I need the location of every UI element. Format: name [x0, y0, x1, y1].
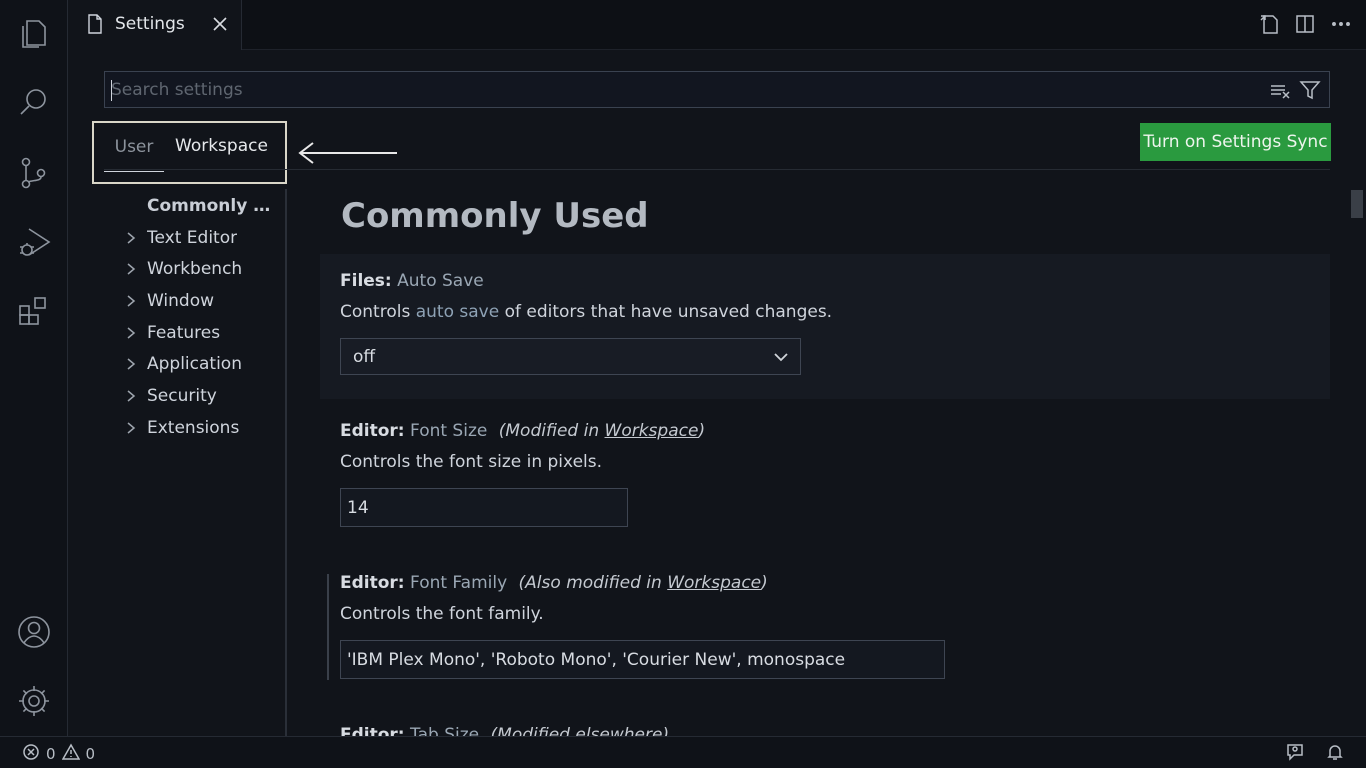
toc-item-label: Window — [147, 291, 215, 311]
toc-item-application[interactable]: Application — [104, 350, 284, 378]
tab-user[interactable]: User — [104, 136, 164, 172]
input-value: 'IBM Plex Mono', 'Roboto Mono', 'Courier… — [347, 650, 846, 670]
auto-save-select[interactable]: off — [340, 338, 801, 375]
section-title: Commonly Used — [341, 196, 649, 236]
tab-settings[interactable]: Settings — [69, 0, 242, 50]
auto-save-link[interactable]: auto save — [416, 302, 499, 322]
scrollbar-thumb[interactable] — [1351, 190, 1363, 218]
feedback-icon[interactable] — [1286, 743, 1304, 765]
toc-item-label: Features — [147, 323, 221, 343]
close-icon[interactable] — [210, 14, 230, 34]
workspace-link[interactable]: Workspace — [605, 421, 699, 441]
toc-item-commonly-used[interactable]: Commonly U... — [104, 192, 284, 220]
warning-icon — [61, 743, 80, 765]
header-divider — [104, 169, 1330, 170]
bell-icon[interactable] — [1326, 743, 1344, 765]
open-settings-json-icon[interactable] — [1258, 13, 1280, 35]
chevron-right-icon — [124, 261, 138, 277]
setting-auto-save-description: Controls auto save of editors that have … — [340, 302, 832, 322]
tab-workspace[interactable]: Workspace — [175, 136, 268, 156]
mod-text: ) — [698, 421, 706, 441]
select-value: off — [353, 347, 376, 367]
mod-text: (Also modified in — [518, 573, 668, 593]
source-control-icon[interactable] — [10, 148, 58, 196]
mod-text: (Modified in — [498, 421, 605, 441]
activity-bar — [0, 0, 68, 736]
setting-font-size-description: Controls the font size in pixels. — [340, 452, 603, 472]
annotation-arrow — [297, 140, 399, 166]
setting-font-family-description: Controls the font family. — [340, 604, 544, 624]
toc-item-label: Extensions — [147, 418, 240, 438]
font-size-input[interactable]: 14 — [340, 488, 628, 527]
extensions-icon[interactable] — [10, 288, 58, 336]
toc-item-label: Text Editor — [147, 228, 238, 248]
setting-name: Auto Save — [397, 271, 484, 291]
setting-category: Editor: — [340, 573, 405, 593]
setting-font-size-title: Editor: Font Size (Modified in Workspace… — [340, 421, 705, 441]
error-count: 0 — [46, 745, 56, 763]
toc-item-security[interactable]: Security — [104, 382, 284, 410]
toc-divider[interactable] — [285, 189, 287, 736]
text-cursor — [111, 80, 112, 101]
font-family-input[interactable]: 'IBM Plex Mono', 'Roboto Mono', 'Courier… — [340, 640, 945, 679]
chevron-right-icon — [124, 230, 138, 246]
clear-filter-icon[interactable] — [1269, 79, 1291, 105]
input-value: 14 — [347, 498, 369, 518]
error-icon — [22, 743, 40, 765]
toc-item-label: Security — [147, 386, 217, 406]
chevron-right-icon — [124, 356, 138, 372]
tab-label: Settings — [115, 14, 185, 34]
run-debug-icon[interactable] — [10, 218, 58, 266]
gear-icon[interactable] — [10, 677, 58, 725]
chevron-down-icon — [772, 348, 790, 366]
mod-text: ) — [761, 573, 768, 593]
setting-name: Font Family — [410, 573, 508, 593]
toc-item-label: Application — [147, 354, 242, 374]
desc-text: of editors that have unsaved changes. — [499, 302, 833, 322]
modified-indicator: (Modified in Workspace) — [499, 421, 705, 441]
search-settings-box — [104, 71, 1330, 108]
toc-item-window[interactable]: Window — [104, 287, 284, 315]
modified-bar — [327, 574, 329, 680]
setting-category: Editor: — [340, 421, 405, 441]
setting-auto-save-title: Files: Auto Save — [340, 271, 484, 291]
setting-name: Font Size — [410, 421, 488, 441]
editor-tab-bar: Settings — [69, 0, 1366, 50]
filter-icon[interactable] — [1299, 79, 1321, 105]
search-actions — [1269, 79, 1321, 105]
turn-on-settings-sync-button[interactable]: Turn on Settings Sync — [1140, 123, 1331, 161]
split-editor-icon[interactable] — [1294, 13, 1316, 35]
account-icon[interactable] — [10, 608, 58, 656]
status-bar: 0 0 — [0, 736, 1366, 768]
setting-font-family-title: Editor: Font Family (Also modified in Wo… — [340, 573, 768, 593]
editor-actions — [1258, 13, 1352, 35]
toc-item-features[interactable]: Features — [104, 319, 284, 347]
search-input[interactable] — [111, 76, 1251, 104]
file-icon — [87, 14, 103, 34]
toc-item-workbench[interactable]: Workbench — [104, 255, 284, 283]
problems-status[interactable]: 0 0 — [22, 743, 95, 765]
toc-item-extensions[interactable]: Extensions — [104, 414, 284, 442]
setting-category: Files: — [340, 271, 392, 291]
chevron-right-icon — [124, 293, 138, 309]
workspace-link[interactable]: Workspace — [667, 573, 761, 593]
search-icon[interactable] — [10, 78, 58, 126]
toc-item-label: Commonly U... — [147, 196, 282, 216]
toc-item-label: Workbench — [147, 259, 243, 279]
more-actions-icon[interactable] — [1330, 13, 1352, 35]
desc-text: Controls — [340, 302, 416, 322]
chevron-right-icon — [124, 325, 138, 341]
warning-count: 0 — [85, 745, 96, 763]
chevron-right-icon — [124, 420, 138, 436]
modified-indicator: (Also modified in Workspace) — [519, 573, 768, 593]
toc-item-text-editor[interactable]: Text Editor — [104, 224, 284, 252]
files-icon[interactable] — [10, 10, 58, 58]
status-right — [1286, 743, 1344, 765]
chevron-right-icon — [124, 388, 138, 404]
